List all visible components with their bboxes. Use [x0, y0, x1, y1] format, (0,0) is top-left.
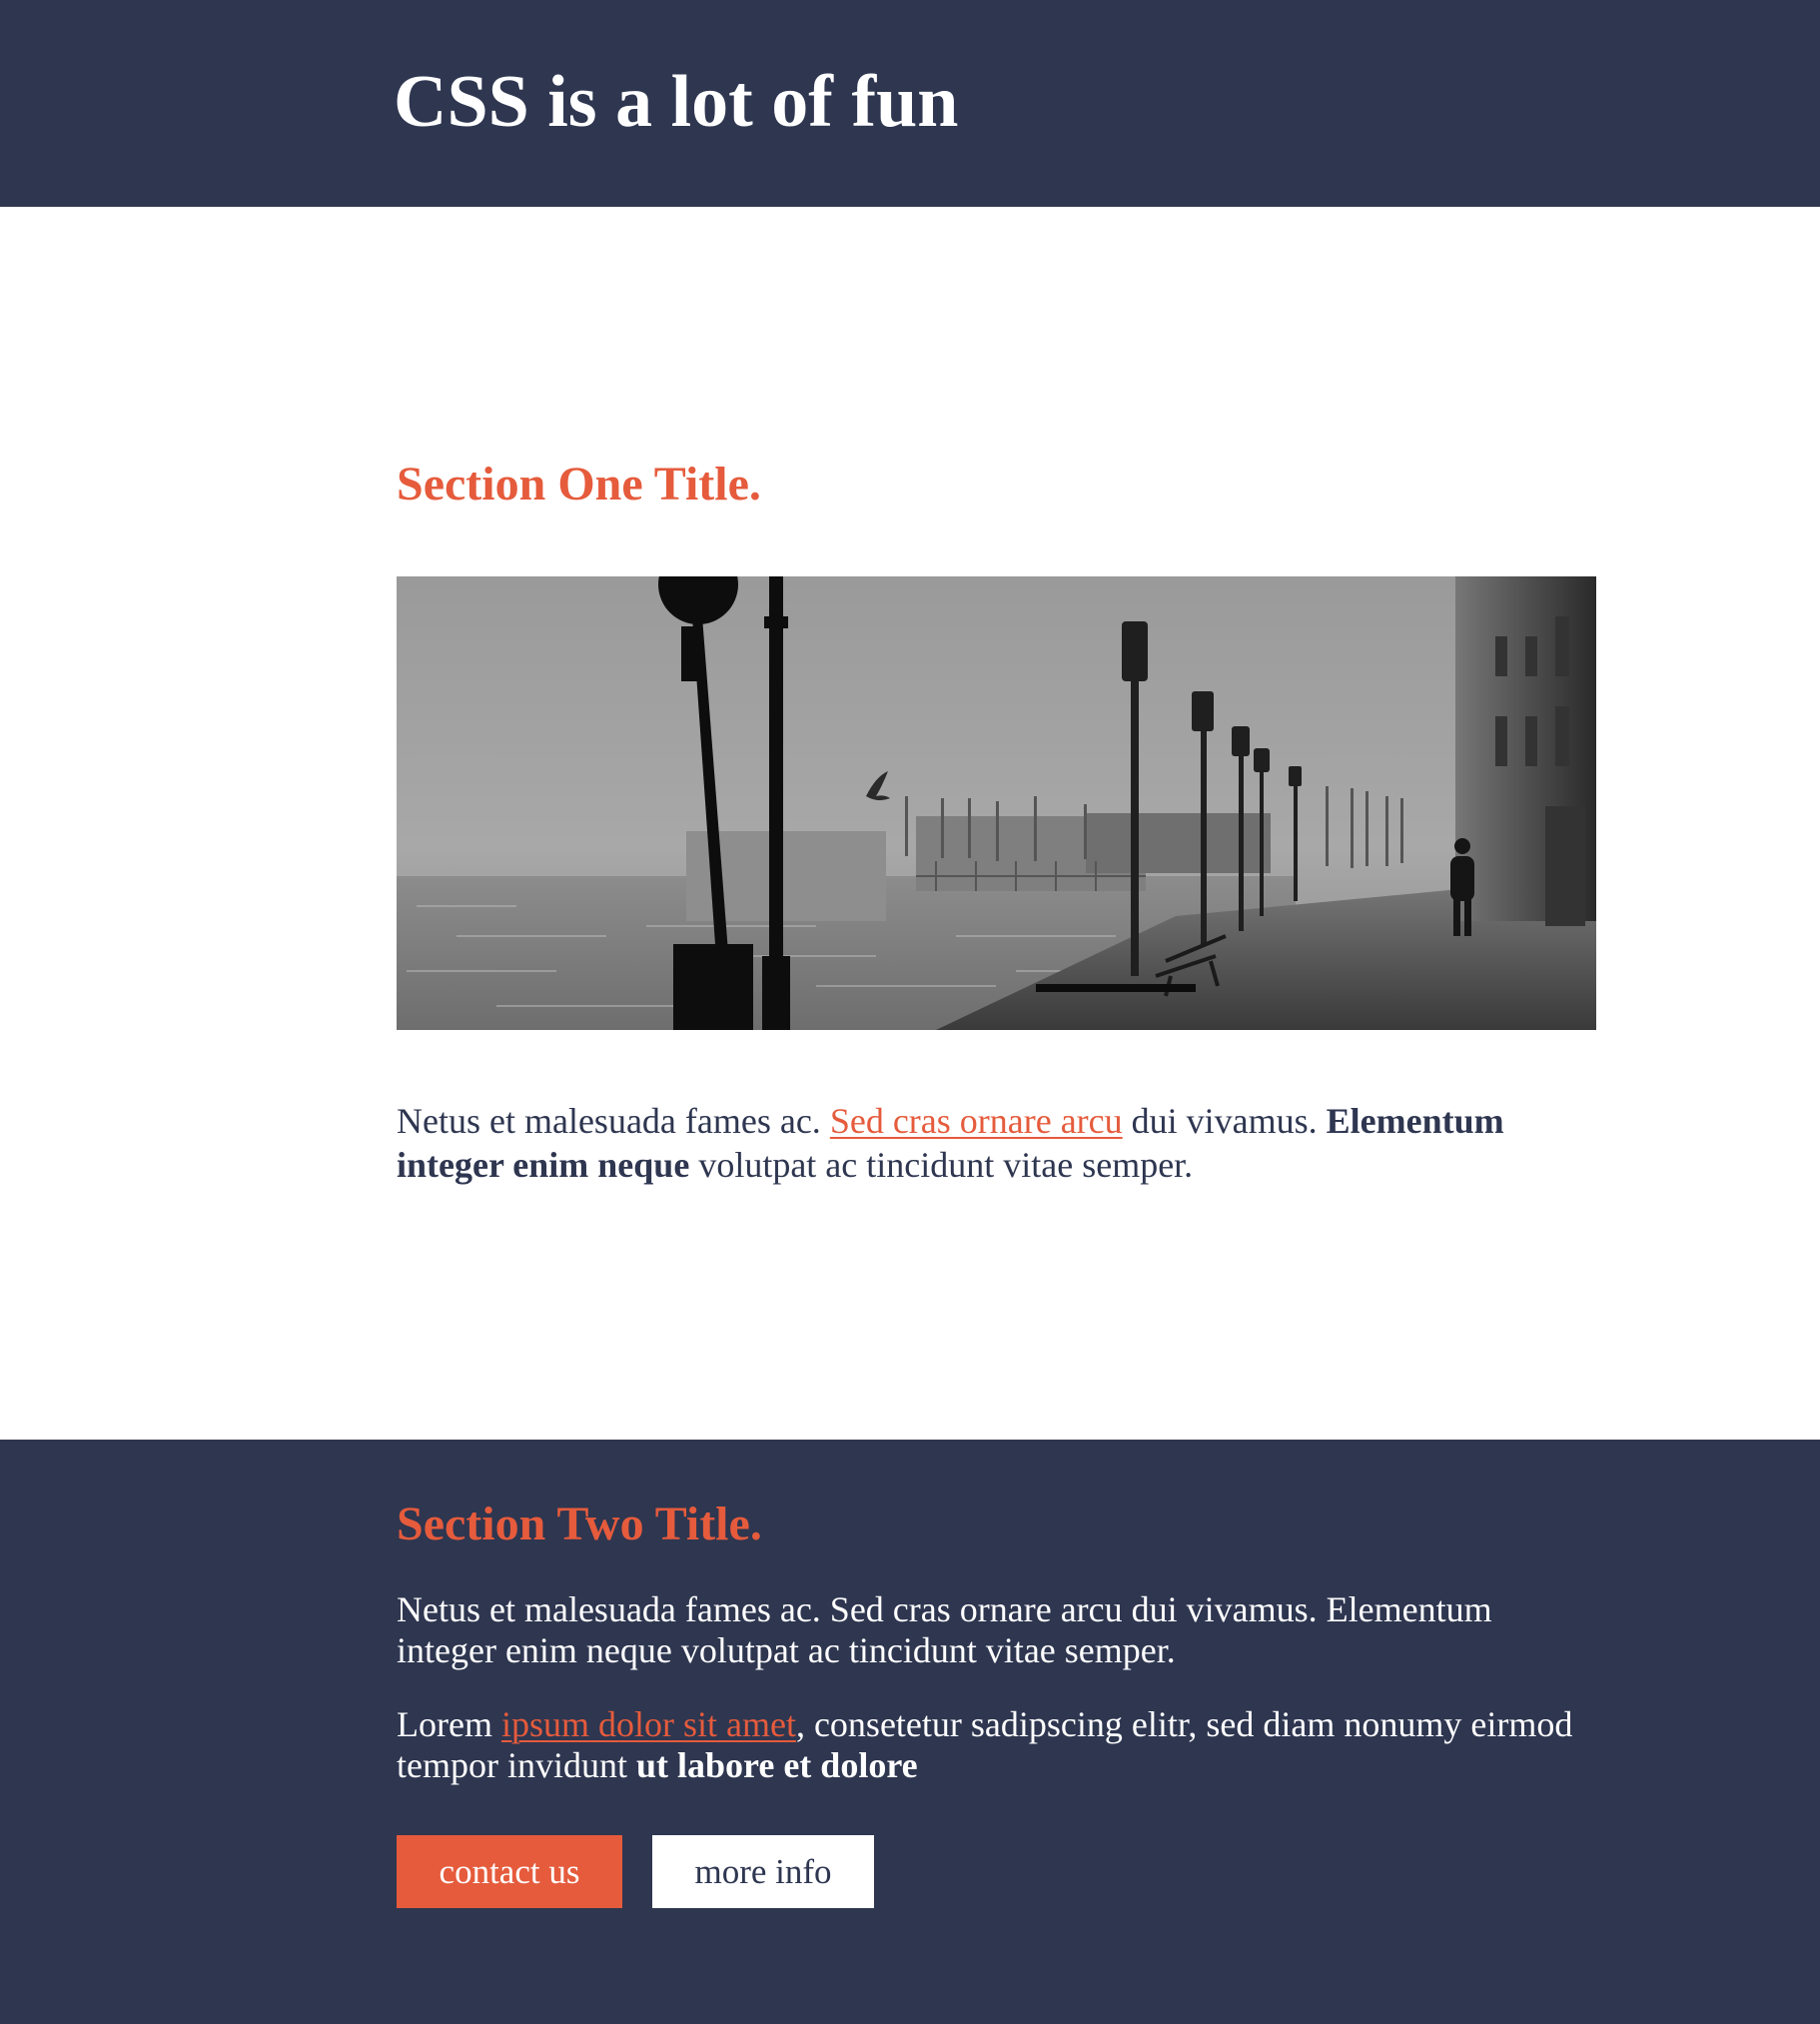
section-one-title: Section One Title.	[397, 458, 761, 510]
site-header: CSS is a lot of fun	[0, 0, 1820, 207]
inline-link[interactable]: ipsum dolor sit amet	[501, 1704, 796, 1744]
text-segment: dui vivamus.	[1122, 1101, 1327, 1141]
bold-text: ut labore et dolore	[635, 1745, 918, 1785]
contact-us-button[interactable]: contact us	[397, 1835, 622, 1908]
page-title: CSS is a lot of fun	[394, 61, 959, 143]
text-segment: volutpat ac tincidunt vitae semper.	[689, 1145, 1194, 1185]
section-two-title: Section Two Title.	[397, 1498, 762, 1550]
section-one-paragraph: Netus et malesuada fames ac. Sed cras or…	[397, 1099, 1595, 1187]
more-info-button[interactable]: more info	[652, 1835, 874, 1908]
text-segment: Lorem	[397, 1704, 501, 1744]
section-two-paragraph-2: Lorem ipsum dolor sit amet, consetetur s…	[397, 1704, 1595, 1786]
inline-link[interactable]: Sed cras ornare arcu	[830, 1101, 1123, 1141]
text-segment: Netus et malesuada fames ac.	[397, 1101, 830, 1141]
section-two: Section Two Title. Netus et malesuada fa…	[0, 1440, 1820, 2024]
hero-image	[397, 576, 1596, 1030]
section-two-paragraph-1: Netus et malesuada fames ac. Sed cras or…	[397, 1589, 1492, 1670]
